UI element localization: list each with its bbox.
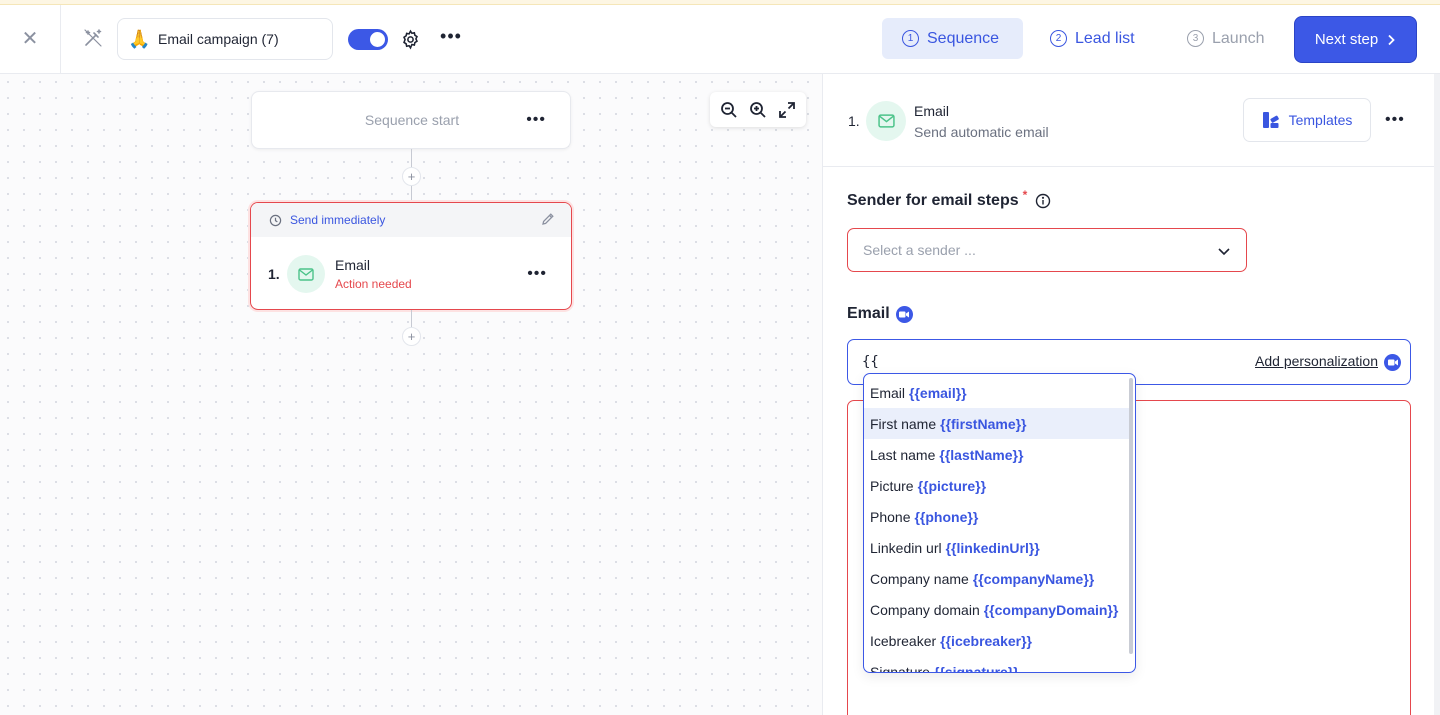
next-step-label: Next step: [1314, 31, 1379, 48]
dropdown-item-label: Last name: [870, 446, 936, 463]
dropdown-item-label: Icebreaker: [870, 632, 937, 649]
dropdown-item[interactable]: Email {{email}}: [864, 377, 1130, 408]
step-subtitle: Send automatic email: [914, 124, 1049, 140]
node-more-icon[interactable]: •••: [526, 112, 546, 128]
clock-icon: [269, 214, 282, 226]
header-divider: [60, 5, 61, 74]
add-personalization-link[interactable]: Add personalization: [1255, 353, 1378, 369]
step-number-badge: 2: [1050, 30, 1067, 47]
dropdown-item-tag: {{email}}: [909, 384, 967, 401]
close-icon[interactable]: ✕: [18, 27, 42, 51]
dropdown-item[interactable]: Icebreaker {{icebreaker}}: [864, 625, 1130, 656]
magic-wand-icon[interactable]: [82, 27, 104, 49]
email-icon: [287, 255, 325, 293]
email-icon: [866, 101, 906, 141]
dropdown-item[interactable]: Company domain {{companyDomain}}: [864, 594, 1130, 625]
dropdown-item-label: Picture: [870, 477, 914, 494]
email-step-node[interactable]: Send immediately 1. Email Action needed …: [250, 202, 572, 310]
tab-label: Sequence: [927, 29, 1000, 47]
top-bar: ✕ 🙏 Email campaign (7) ••• 1 Sequence 2 …: [0, 5, 1440, 74]
more-options-icon[interactable]: •••: [440, 27, 462, 49]
dropdown-item[interactable]: Signature {{signature}}: [864, 656, 1130, 673]
dropdown-item-tag: {{picture}}: [917, 477, 987, 494]
dropdown-item-tag: {{linkedinUrl}}: [945, 539, 1040, 556]
templates-button[interactable]: Templates: [1243, 98, 1371, 142]
chevron-right-icon: [1388, 34, 1395, 45]
info-icon[interactable]: [1035, 193, 1051, 209]
fit-view-icon[interactable]: [776, 99, 798, 121]
dropdown-item[interactable]: Phone {{phone}}: [864, 501, 1130, 532]
campaign-active-toggle[interactable]: [348, 29, 388, 50]
sender-placeholder: Select a sender ...: [863, 242, 976, 258]
subject-value: {{: [862, 354, 879, 370]
dropdown-item-tag: {{firstName}}: [940, 415, 1027, 432]
add-step-button[interactable]: +: [402, 167, 421, 186]
tab-launch[interactable]: 3 Launch: [1167, 18, 1287, 59]
sender-label-text: Sender for email steps: [847, 192, 1019, 209]
sequence-start-node[interactable]: Sequence start •••: [251, 91, 571, 149]
templates-label: Templates: [1288, 112, 1353, 128]
sequence-start-label: Sequence start: [364, 112, 460, 128]
step-timing-label: Send immediately: [290, 213, 386, 227]
sender-label: Sender for email steps *: [847, 188, 1051, 210]
step-number: 1.: [268, 266, 280, 282]
step-timing-bar[interactable]: Send immediately: [251, 203, 571, 237]
dropdown-item-label: Signature: [870, 663, 930, 673]
add-step-button[interactable]: +: [402, 327, 421, 346]
zoom-controls: [710, 92, 806, 127]
chevron-down-icon: [1218, 248, 1230, 256]
dropdown-item-tag: {{companyName}}: [972, 570, 1095, 587]
tab-label: Lead list: [1075, 29, 1135, 47]
dropdown-item-tag: {{signature}}: [933, 663, 1019, 673]
panel-header: 1. Email Send automatic email Templates …: [823, 74, 1440, 167]
gear-icon[interactable]: [400, 29, 421, 50]
next-step-button[interactable]: Next step: [1295, 17, 1416, 62]
dropdown-item-tag: {{companyDomain}}: [983, 601, 1119, 618]
dropdown-item[interactable]: Company name {{companyName}}: [864, 563, 1130, 594]
dropdown-item-label: Company domain: [870, 601, 980, 618]
email-label-text: Email: [847, 305, 890, 322]
sequence-canvas[interactable]: Sequence start ••• + Send immediately 1.…: [0, 74, 822, 715]
campaign-emoji: 🙏: [128, 28, 151, 49]
step-title: Email: [914, 103, 950, 119]
zoom-in-icon[interactable]: [747, 99, 769, 121]
panel-more-icon[interactable]: •••: [1385, 112, 1405, 128]
step-status: Action needed: [335, 277, 412, 291]
tab-lead-list[interactable]: 2 Lead list: [1030, 18, 1160, 59]
step-number-badge: 1: [902, 30, 919, 47]
step-number-badge: 3: [1187, 30, 1204, 47]
dropdown-item-label: Phone: [870, 508, 911, 525]
sender-select[interactable]: Select a sender ...: [847, 228, 1247, 272]
step-number: 1.: [848, 113, 860, 129]
step-title: Email: [335, 257, 371, 273]
dropdown-item[interactable]: First name {{firstName}}: [864, 408, 1130, 439]
dropdown-item-label: Linkedin url: [870, 539, 942, 556]
dropdown-scrollbar[interactable]: [1129, 378, 1133, 654]
tab-sequence[interactable]: 1 Sequence: [882, 18, 1023, 59]
tab-label: Launch: [1212, 29, 1265, 47]
toggle-knob: [370, 32, 385, 47]
node-more-icon[interactable]: •••: [527, 266, 547, 282]
email-section-label: Email: [847, 305, 913, 323]
campaign-name: Email campaign (7): [158, 31, 279, 47]
pencil-icon[interactable]: [541, 212, 555, 226]
zoom-out-icon[interactable]: [718, 99, 740, 121]
dropdown-item-tag: {{phone}}: [914, 508, 979, 525]
dropdown-item-tag: {{lastName}}: [939, 446, 1024, 463]
dropdown-item-label: First name: [870, 415, 937, 432]
dropdown-item-label: Email: [870, 384, 906, 401]
panel-scrollbar[interactable]: [1434, 74, 1440, 715]
video-tutorial-icon[interactable]: [895, 305, 913, 323]
dropdown-item[interactable]: Linkedin url {{linkedinUrl}}: [864, 532, 1130, 563]
personalization-dropdown: Email {{email}} First name {{firstName}} L…: [863, 373, 1136, 673]
dropdown-item[interactable]: Last name {{lastName}}: [864, 439, 1130, 470]
personalization-video-icon[interactable]: [1384, 354, 1401, 371]
templates-icon: [1262, 112, 1279, 128]
dropdown-item[interactable]: Picture {{picture}}: [864, 470, 1130, 501]
dropdown-item-tag: {{icebreaker}}: [940, 632, 1033, 649]
campaign-name-field[interactable]: 🙏 Email campaign (7): [117, 18, 333, 60]
required-marker: *: [1022, 188, 1028, 202]
dropdown-item-label: Company name: [870, 570, 969, 587]
